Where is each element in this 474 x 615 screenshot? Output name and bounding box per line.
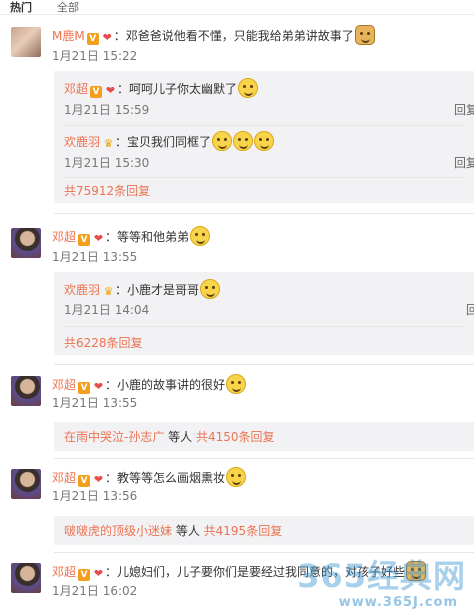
verified-badge-icon: V: [86, 33, 99, 45]
member-heart-icon: ❤: [93, 567, 104, 580]
member-heart-icon: ❤: [93, 232, 104, 245]
username-link[interactable]: 邓超: [64, 82, 88, 96]
avatar[interactable]: [11, 563, 41, 593]
reply-box: 邓超 V ❤ ：呵呵儿子你太幽默了 1月21日 15:59 回复 欢鹿羽 ♛ ：宝贝我们同…: [54, 71, 474, 203]
comment-line: 邓超 V ❤ ：教等等怎么画烟熏妆: [52, 467, 247, 487]
comment-divider: [54, 552, 474, 553]
laugh-icon: [226, 374, 247, 394]
comment-line: 邓超 V ❤ ：等等和他弟弟: [52, 226, 211, 246]
comment-line: 邓超 V ❤ ：小鹿的故事讲的很好: [52, 374, 247, 394]
verified-badge-icon: V: [78, 382, 91, 394]
comment-text: ：小鹿的故事讲的很好: [105, 378, 226, 392]
username-link[interactable]: 欢鹿羽: [64, 135, 100, 149]
reply-divider: [64, 177, 464, 178]
comment-time: 1月21日 13:55: [52, 250, 138, 264]
grin-icon: [254, 131, 275, 151]
comment-line: M鹿M V ❤ ：邓爸爸说他看不懂，只能我给弟弟讲故事了: [52, 25, 375, 45]
comment-text: ：儿媳妇们，儿子要你们是要经过我同意的，对孩子好些: [105, 565, 406, 579]
avatar[interactable]: [11, 469, 41, 499]
verified-badge-icon: V: [78, 569, 91, 581]
avatar[interactable]: [11, 376, 41, 406]
reply-summary: 啵啵虎的顶级小迷妹 等人 共4195条回复: [64, 523, 282, 539]
reply-total-link[interactable]: 共4195条回复: [204, 524, 283, 538]
member-heart-icon: ❤: [93, 380, 104, 393]
comment-time: 1月21日 15:22: [52, 49, 138, 63]
comment-divider: [54, 364, 474, 365]
username-link[interactable]: 欢鹿羽: [64, 283, 100, 297]
username-link[interactable]: 邓超: [52, 565, 76, 579]
member-heart-icon: ❤: [105, 84, 116, 97]
member-heart-icon: ❤: [102, 31, 112, 44]
comment-text: ：教等等怎么画烟熏妆: [105, 471, 226, 485]
reply-line: 邓超 V ❤ ：呵呵儿子你太幽默了: [64, 78, 259, 98]
username-link[interactable]: M鹿M: [52, 29, 85, 43]
reply-line: 欢鹿羽 ♛ ：小鹿才是哥哥: [64, 279, 221, 299]
reply-divider: [64, 326, 464, 327]
reply-divider: [64, 125, 464, 126]
reply-total-link[interactable]: 共4150条回复: [196, 430, 275, 444]
comment-time: 1月21日 13:55: [52, 396, 138, 410]
comment-line: 邓超 V ❤ ：儿媳妇们，儿子要你们是要经过我同意的，对孩子好些: [52, 561, 427, 581]
reply-mid-text: 等人: [172, 524, 204, 538]
avatar[interactable]: [11, 228, 41, 258]
reply-time: 1月21日 15:59: [64, 103, 150, 117]
verified-badge-icon: V: [90, 86, 103, 98]
comment-time: 1月21日 13:56: [52, 489, 138, 503]
reply-user-link[interactable]: 啵啵虎的顶级小迷妹: [64, 524, 172, 538]
dog-icon: [354, 25, 375, 45]
reply-box: 在雨中哭泣-孙志广 等人 共4150条回复: [54, 422, 474, 451]
verified-badge-icon: V: [78, 475, 91, 487]
watermark-url: www.365J.com: [338, 595, 458, 610]
reply-box: 欢鹿羽 ♛ ：小鹿才是哥哥 1月21日 14:04 回 共6228条回复: [54, 272, 474, 355]
reply-time: 1月21日 15:30: [64, 156, 150, 170]
reply-text: ：小鹿才是哥哥: [115, 283, 200, 297]
reply-action-link[interactable]: 回复: [454, 155, 474, 171]
crown-badge-icon: ♛: [103, 137, 114, 150]
username-link[interactable]: 邓超: [52, 471, 76, 485]
tab-all[interactable]: 全部: [57, 1, 79, 14]
comment-text: ：等等和他弟弟: [105, 230, 190, 244]
reply-box: 啵啵虎的顶级小迷妹 等人 共4195条回复: [54, 516, 474, 545]
comment-time: 1月21日 16:02: [52, 584, 138, 598]
reply-total-link[interactable]: 共6228条回复: [64, 335, 143, 351]
username-link[interactable]: 邓超: [52, 230, 76, 244]
reply-action-link[interactable]: 回: [466, 302, 474, 318]
username-link[interactable]: 邓超: [52, 378, 76, 392]
member-heart-icon: ❤: [93, 473, 104, 486]
comment-text: ：邓爸爸说他看不懂，只能我给弟弟讲故事了: [113, 29, 354, 43]
dog-icon: [406, 561, 427, 581]
crown-badge-icon: ♛: [103, 285, 114, 298]
comment-divider: [54, 213, 474, 214]
smirk-icon: [200, 279, 221, 299]
grin-icon: [212, 131, 233, 151]
smug-icon: [226, 467, 247, 487]
reply-text: ：宝贝我们同框了: [115, 135, 212, 149]
comment-tabs: 热门 全部: [0, 0, 474, 15]
comment-divider: [54, 458, 474, 459]
grin-icon: [233, 131, 254, 151]
verified-badge-icon: V: [78, 234, 91, 246]
reply-user-link[interactable]: 在雨中哭泣-孙志广: [64, 430, 164, 444]
smug-icon: [190, 226, 211, 246]
tab-hot[interactable]: 热门: [10, 1, 32, 14]
reply-action-link[interactable]: 回复: [454, 102, 474, 118]
avatar[interactable]: [11, 27, 41, 57]
tabs-divider: [0, 14, 474, 15]
reply-text: ：呵呵儿子你太幽默了: [117, 82, 238, 96]
reply-mid-text: 等人: [164, 430, 196, 444]
reply-summary: 在雨中哭泣-孙志广 等人 共4150条回复: [64, 429, 275, 445]
reply-line: 欢鹿羽 ♛ ：宝贝我们同框了: [64, 131, 275, 151]
reply-total-link[interactable]: 共75912条回复: [64, 183, 150, 199]
laugh-icon: [238, 78, 259, 98]
reply-time: 1月21日 14:04: [64, 303, 150, 317]
